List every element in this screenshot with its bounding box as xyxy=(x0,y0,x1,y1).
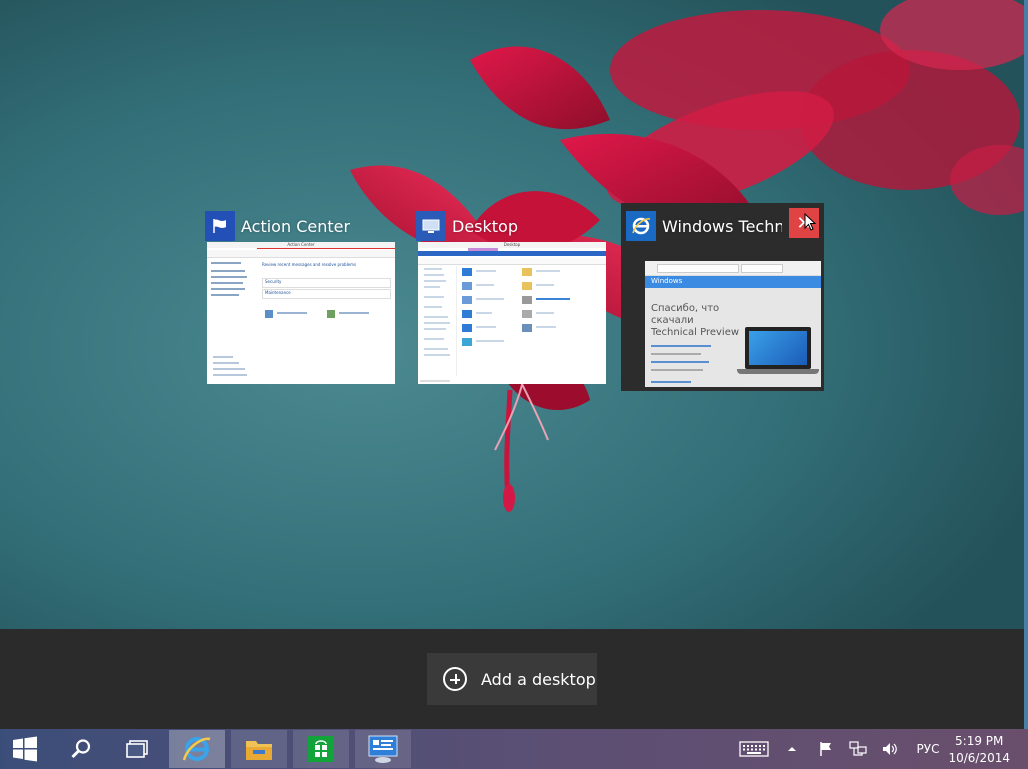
taskbar: РУС 5:19 PM 10/6/2014 xyxy=(0,729,1028,769)
thumb-security: Security xyxy=(262,278,391,288)
mouse-cursor-icon xyxy=(804,213,816,231)
clock-date: 10/6/2014 xyxy=(948,751,1010,765)
add-desktop-button[interactable]: Add a desktop xyxy=(427,653,597,705)
store-icon xyxy=(308,736,334,762)
window-thumbnail: Windows Спасибо, что скачали Technical P… xyxy=(645,261,821,387)
internet-explorer-icon xyxy=(182,737,211,761)
task-view-bar: Add a desktop xyxy=(0,629,1024,729)
taskview-window-internet-explorer[interactable]: Windows Techni… ✕ Windows Спасибо, что с… xyxy=(621,203,824,391)
desktop-icon xyxy=(416,211,446,241)
clock-time: 5:19 PM xyxy=(955,734,1004,748)
start-button[interactable] xyxy=(0,729,50,769)
thumb-heading: Review recent messages and resolve probl… xyxy=(262,262,357,267)
network-tray-button[interactable] xyxy=(846,729,870,769)
chevron-up-icon xyxy=(788,747,796,751)
task-view-button[interactable] xyxy=(112,729,162,769)
window-edge xyxy=(1024,0,1028,729)
window-header: Windows Techni… xyxy=(626,208,782,244)
window-title: Action Center xyxy=(241,216,351,236)
touch-keyboard-button[interactable] xyxy=(736,729,772,769)
taskbar-app-internet-explorer[interactable] xyxy=(169,730,225,768)
action-center-tray-button[interactable] xyxy=(814,729,838,769)
thumb-headline: Спасибо, что скачали Technical Preview xyxy=(651,303,740,338)
taskbar-app-file-explorer[interactable] xyxy=(231,730,287,768)
search-icon xyxy=(71,739,91,759)
taskbar-app-control-panel[interactable] xyxy=(355,730,411,768)
thumb-titlebar: Desktop xyxy=(418,242,606,248)
window-header: Desktop xyxy=(416,208,518,244)
network-icon xyxy=(849,741,867,756)
taskview-window-desktop[interactable]: Desktop Desktop xyxy=(416,208,606,386)
clock[interactable]: 5:19 PM 10/6/2014 xyxy=(948,733,1010,767)
input-language-button[interactable]: РУС xyxy=(912,729,944,769)
volume-tray-button[interactable] xyxy=(878,729,902,769)
window-thumbnail: Desktop xyxy=(418,242,606,384)
flag-icon xyxy=(205,211,235,241)
volume-icon xyxy=(883,743,897,755)
folder-icon xyxy=(246,741,272,760)
show-hidden-icons-button[interactable] xyxy=(782,729,802,769)
taskbar-app-store[interactable] xyxy=(293,730,349,768)
start-icon xyxy=(13,736,37,762)
search-button[interactable] xyxy=(56,729,106,769)
keyboard-icon xyxy=(739,741,769,757)
control-panel-icon xyxy=(368,735,398,763)
action-center-flag-icon xyxy=(820,742,831,756)
thumb-logo: Windows xyxy=(651,277,683,285)
window-title: Desktop xyxy=(452,216,518,236)
task-view-icon xyxy=(126,740,148,758)
window-title: Windows Techni… xyxy=(662,216,782,236)
plus-circle-icon xyxy=(443,667,467,691)
internet-explorer-icon xyxy=(626,211,656,241)
window-header: Action Center xyxy=(205,208,350,244)
taskview-window-action-center[interactable]: Action Center Action Center Review recen… xyxy=(205,208,395,386)
add-desktop-label: Add a desktop xyxy=(481,669,596,689)
thumb-maintenance: Maintenance xyxy=(262,289,391,299)
window-thumbnail: Action Center Review recent messages and… xyxy=(207,242,395,384)
